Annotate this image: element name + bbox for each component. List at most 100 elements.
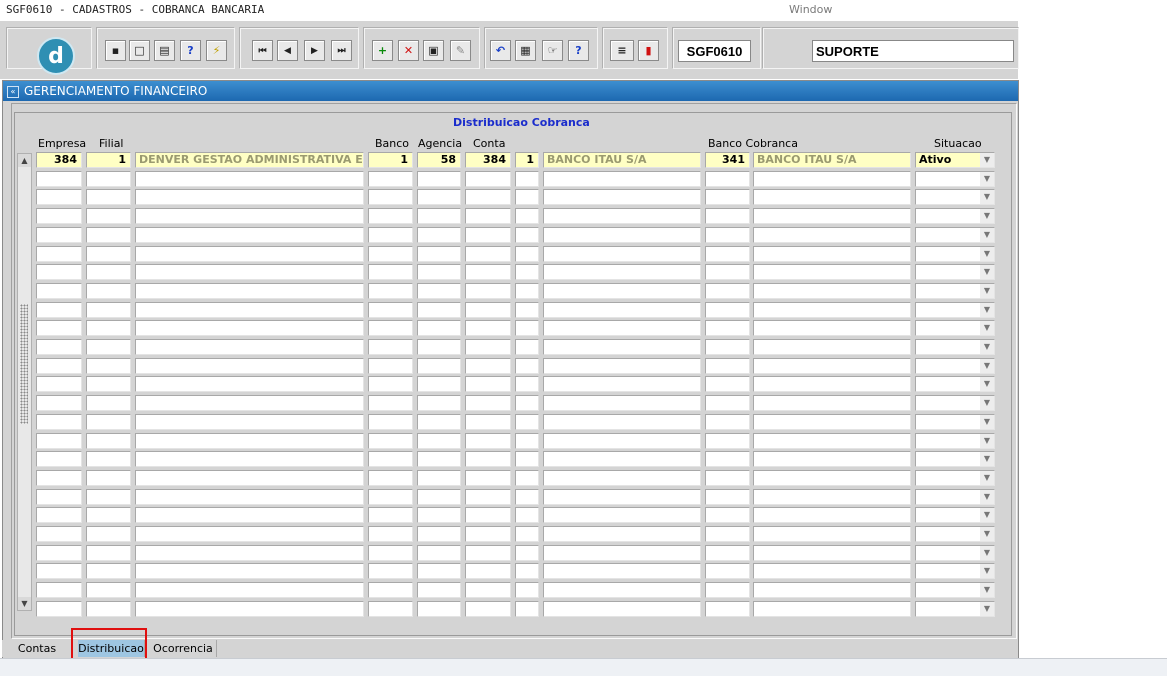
- field-empresa[interactable]: [36, 357, 82, 374]
- field-banco-nome[interactable]: [543, 413, 701, 430]
- field-conta[interactable]: [465, 582, 511, 599]
- field-situacao[interactable]: Ativo ▼: [915, 152, 995, 168]
- edit-button[interactable]: ☞: [542, 40, 563, 61]
- field-banco-cob[interactable]: [705, 170, 750, 187]
- field-nome[interactable]: DENVER GESTAO ADMINISTRATIVA E TECN: [135, 152, 364, 168]
- field-agencia[interactable]: [417, 208, 461, 225]
- field-filial[interactable]: [86, 245, 131, 262]
- field-banco-cob-nome[interactable]: [753, 563, 911, 580]
- field-banco-nome[interactable]: [543, 544, 701, 561]
- field-banco-nome[interactable]: [543, 600, 701, 617]
- clear-record-button[interactable]: ▣: [423, 40, 444, 61]
- field-banco[interactable]: [368, 432, 413, 449]
- field-banco-nome[interactable]: [543, 245, 701, 262]
- field-agencia[interactable]: 58: [417, 152, 461, 168]
- field-filial[interactable]: [86, 376, 131, 393]
- field-empresa[interactable]: [36, 282, 82, 299]
- field-banco[interactable]: [368, 488, 413, 505]
- field-nome[interactable]: [135, 507, 364, 524]
- field-banco-nome[interactable]: [543, 563, 701, 580]
- field-agencia[interactable]: [417, 339, 461, 355]
- field-banco-cob[interactable]: [705, 376, 750, 393]
- field-banco-cob[interactable]: [705, 451, 750, 468]
- field-banco-nome[interactable]: BANCO ITAU S/A: [543, 152, 701, 168]
- field-nome[interactable]: [135, 208, 364, 225]
- field-banco[interactable]: [368, 357, 413, 374]
- field-banco-cob-nome[interactable]: [753, 413, 911, 430]
- dropdown-arrow-icon[interactable]: ▼: [980, 527, 994, 541]
- field-conta[interactable]: [465, 451, 511, 468]
- field-agencia[interactable]: [417, 189, 461, 206]
- field-cod[interactable]: [515, 432, 539, 449]
- field-empresa[interactable]: [36, 376, 82, 393]
- field-banco-cob-nome[interactable]: [753, 544, 911, 561]
- field-cod[interactable]: [515, 563, 539, 580]
- dropdown-arrow-icon[interactable]: ▼: [980, 190, 994, 205]
- save-button[interactable]: ▪: [105, 40, 126, 61]
- execute-query-button[interactable]: ⚡: [206, 40, 227, 61]
- field-banco-nome[interactable]: [543, 376, 701, 393]
- field-banco-nome[interactable]: [543, 507, 701, 524]
- field-agencia[interactable]: [417, 226, 461, 243]
- field-situacao[interactable]: ▼: [915, 395, 995, 412]
- field-cod[interactable]: [515, 488, 539, 505]
- field-nome[interactable]: [135, 544, 364, 561]
- field-cod[interactable]: [515, 600, 539, 617]
- window-menu[interactable]: Window: [789, 3, 832, 16]
- field-empresa[interactable]: [36, 432, 82, 449]
- field-nome[interactable]: [135, 282, 364, 299]
- field-banco[interactable]: [368, 189, 413, 206]
- field-cod[interactable]: [515, 320, 539, 337]
- field-situacao[interactable]: ▼: [915, 582, 995, 599]
- field-empresa[interactable]: [36, 563, 82, 580]
- field-banco-cob[interactable]: [705, 301, 750, 318]
- field-banco-cob-nome[interactable]: [753, 376, 911, 393]
- field-banco-nome[interactable]: [543, 357, 701, 374]
- scroll-grip[interactable]: [20, 304, 28, 424]
- dropdown-arrow-icon[interactable]: ▼: [980, 265, 994, 280]
- field-conta[interactable]: [465, 245, 511, 262]
- field-banco-cob[interactable]: [705, 544, 750, 561]
- field-banco-nome[interactable]: [543, 526, 701, 542]
- field-filial[interactable]: [86, 339, 131, 355]
- field-banco-cob-nome[interactable]: [753, 507, 911, 524]
- field-banco-cob-nome[interactable]: [753, 357, 911, 374]
- field-empresa[interactable]: [36, 339, 82, 355]
- field-banco-cob-nome[interactable]: [753, 582, 911, 599]
- dropdown-arrow-icon[interactable]: ▼: [980, 246, 994, 261]
- field-conta[interactable]: [465, 376, 511, 393]
- field-nome[interactable]: [135, 563, 364, 580]
- field-banco-cob-nome[interactable]: [753, 600, 911, 617]
- field-banco-cob[interactable]: [705, 264, 750, 281]
- field-banco-nome[interactable]: [543, 282, 701, 299]
- field-conta[interactable]: [465, 301, 511, 318]
- undo-button[interactable]: ↶: [490, 40, 511, 61]
- field-filial[interactable]: [86, 320, 131, 337]
- print-button[interactable]: ▤: [154, 40, 175, 61]
- field-banco[interactable]: [368, 245, 413, 262]
- field-conta[interactable]: [465, 526, 511, 542]
- field-conta[interactable]: [465, 282, 511, 299]
- field-situacao[interactable]: ▼: [915, 376, 995, 393]
- help-button[interactable]: ?: [568, 40, 589, 61]
- dropdown-arrow-icon[interactable]: ▼: [980, 377, 994, 392]
- field-agencia[interactable]: [417, 488, 461, 505]
- field-situacao[interactable]: ▼: [915, 189, 995, 206]
- field-cod[interactable]: [515, 469, 539, 486]
- field-banco-nome[interactable]: [543, 301, 701, 318]
- field-conta[interactable]: [465, 469, 511, 486]
- field-filial[interactable]: [86, 451, 131, 468]
- field-banco-cob[interactable]: [705, 507, 750, 524]
- field-agencia[interactable]: [417, 432, 461, 449]
- field-filial[interactable]: [86, 600, 131, 617]
- field-filial[interactable]: [86, 301, 131, 318]
- field-agencia[interactable]: [417, 600, 461, 617]
- field-agencia[interactable]: [417, 376, 461, 393]
- field-cod[interactable]: [515, 413, 539, 430]
- field-banco-cob[interactable]: [705, 432, 750, 449]
- exit-button[interactable]: ▮: [638, 40, 659, 61]
- field-cod[interactable]: [515, 208, 539, 225]
- field-conta[interactable]: [465, 432, 511, 449]
- field-nome[interactable]: [135, 357, 364, 374]
- field-filial[interactable]: [86, 488, 131, 505]
